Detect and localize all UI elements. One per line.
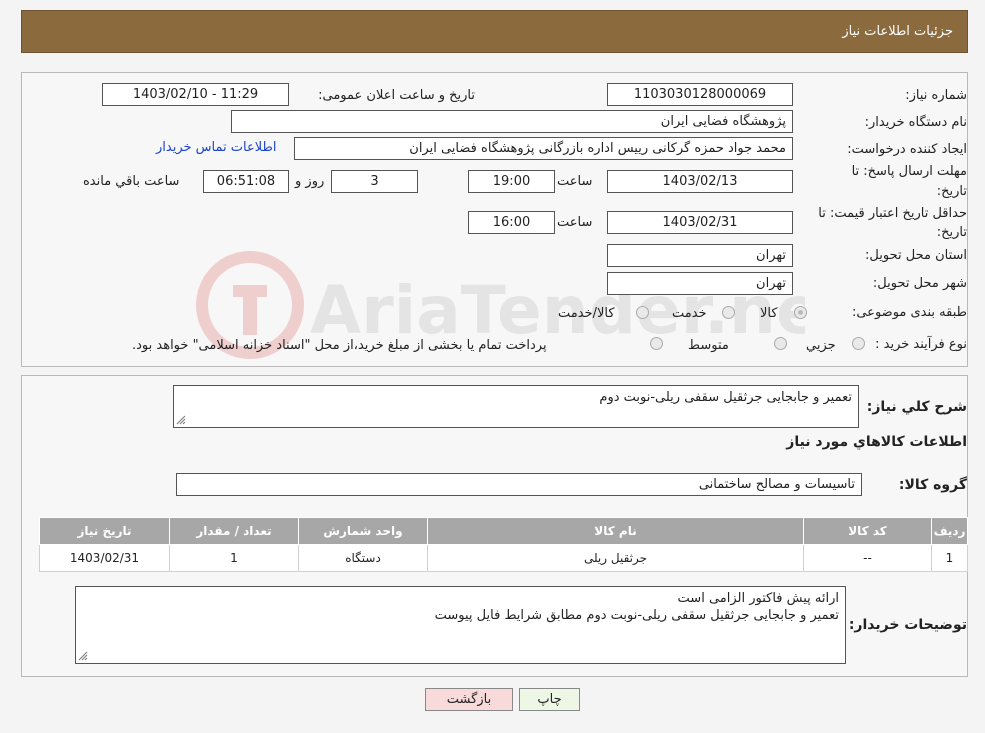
need-number-label: شماره نیاز: — [905, 88, 967, 103]
cell-code: -- — [803, 544, 932, 572]
validity-time-label: ساعت — [557, 215, 593, 230]
page-title: جزئیات اطلاعات نیاز — [842, 24, 953, 39]
announce-field: 1403/02/10 - 11:29 — [102, 83, 289, 106]
treasury-checkbox[interactable] — [650, 337, 663, 350]
city-label: شهر محل تحویل: — [872, 276, 967, 291]
days-label: روز و — [295, 174, 325, 189]
purchase-radio-minor[interactable] — [852, 337, 865, 350]
col-row: ردیف — [931, 517, 968, 545]
cell-date: 1403/02/31 — [39, 544, 170, 572]
need-number-field: 1103030128000069 — [607, 83, 793, 106]
validity-time-field: 16:00 — [468, 211, 555, 234]
purchase-option-medium: متوسط — [688, 338, 729, 353]
col-code: کد کالا — [803, 517, 932, 545]
buyer-org-label: نام دستگاه خریدار: — [864, 115, 967, 130]
print-button[interactable]: چاپ — [519, 688, 580, 711]
deadline-label-2: تاریخ: — [936, 184, 967, 199]
summary-textarea[interactable]: تعمیر و جابجایی جرثقیل سقفی ریلی-نوبت دو… — [173, 385, 859, 428]
purchase-option-minor: جزیي — [806, 338, 836, 353]
category-option-goods-service: کالا/خدمت — [558, 306, 615, 321]
creator-label: ایجاد کننده درخواست: — [847, 142, 967, 157]
city-field: تهران — [607, 272, 793, 295]
category-radio-goods-service[interactable] — [636, 306, 649, 319]
back-button[interactable]: بازگشت — [425, 688, 513, 711]
deadline-time-field: 19:00 — [468, 170, 555, 193]
buyer-notes-label: توضیحات خریدار: — [848, 617, 967, 633]
category-label: طبقه بندی موضوعی: — [851, 305, 967, 320]
announce-label: تاریخ و ساعت اعلان عمومی: — [318, 88, 475, 103]
buyer-notes-line-2: تعمیر و جابجایی جرثقیل سقفی ریلی-نوبت دو… — [434, 608, 839, 623]
remaining-field: 06:51:08 — [203, 170, 289, 193]
category-radio-service[interactable] — [722, 306, 735, 319]
deadline-label: مهلت ارسال پاسخ: تا — [851, 164, 967, 179]
summary-text: تعمیر و جابجایی جرثقیل سقفی ریلی-نوبت دو… — [599, 390, 852, 405]
cell-name: جرثقیل ریلی — [427, 544, 804, 572]
table-row: 1 -- جرثقیل ریلی دستگاه 1 1403/02/31 — [39, 544, 968, 572]
validity-date-field: 1403/02/31 — [607, 211, 793, 234]
goods-info-title: اطلاعات كالاهاي مورد نياز — [786, 434, 967, 450]
resize-grip-icon[interactable] — [78, 651, 88, 661]
goods-group-field: تاسیسات و مصالح ساختمانی — [176, 473, 862, 496]
deadline-time-label: ساعت — [557, 174, 593, 189]
purchase-type-label: نوع فرآیند خرید : — [875, 337, 967, 352]
cell-row: 1 — [931, 544, 968, 572]
validity-label: حداقل تاریخ اعتبار قیمت: تا — [818, 206, 967, 221]
buyer-org-field: پژوهشگاه فضایی ایران — [231, 110, 793, 133]
col-qty: تعداد / مقدار — [169, 517, 299, 545]
cell-unit: دستگاه — [298, 544, 428, 572]
col-date: تاریخ نیاز — [39, 517, 170, 545]
page-header: جزئیات اطلاعات نیاز — [21, 10, 968, 53]
goods-group-label: گروه کالا: — [898, 477, 967, 493]
col-name: نام کالا — [427, 517, 804, 545]
cell-qty: 1 — [169, 544, 299, 572]
remaining-label: ساعت باقي مانده — [83, 174, 180, 189]
category-option-goods: کالا — [760, 306, 778, 321]
creator-field: محمد جواد حمزه گرکانی رییس اداره بازرگان… — [294, 137, 793, 160]
buyer-notes-line-1: ارائه پیش فاکتور الزامی است — [677, 591, 839, 606]
table-header-row: ردیف کد کالا نام کالا واحد شمارش تعداد /… — [39, 517, 968, 545]
days-field: 3 — [331, 170, 418, 193]
category-radio-goods[interactable] — [794, 306, 807, 319]
buyer-contact-link-text: اطلاعات تماس خریدار — [156, 140, 277, 155]
purchase-note: پرداخت تمام یا بخشی از مبلغ خرید،از محل … — [132, 338, 547, 353]
province-field: تهران — [607, 244, 793, 267]
validity-label-2: تاریخ: — [936, 225, 967, 240]
col-unit: واحد شمارش — [298, 517, 428, 545]
goods-table: ردیف کد کالا نام کالا واحد شمارش تعداد /… — [39, 517, 968, 572]
deadline-date-field: 1403/02/13 — [607, 170, 793, 193]
buyer-contact-link[interactable]: اطلاعات تماس خریدار — [156, 140, 276, 155]
resize-grip-icon[interactable] — [176, 415, 186, 425]
category-option-service: خدمت — [672, 306, 707, 321]
buyer-notes-textarea[interactable]: ارائه پیش فاکتور الزامی است تعمیر و جابج… — [75, 586, 846, 664]
province-label: استان محل تحویل: — [865, 248, 967, 263]
purchase-radio-medium[interactable] — [774, 337, 787, 350]
summary-label: شرح كلي نياز: — [866, 399, 967, 415]
